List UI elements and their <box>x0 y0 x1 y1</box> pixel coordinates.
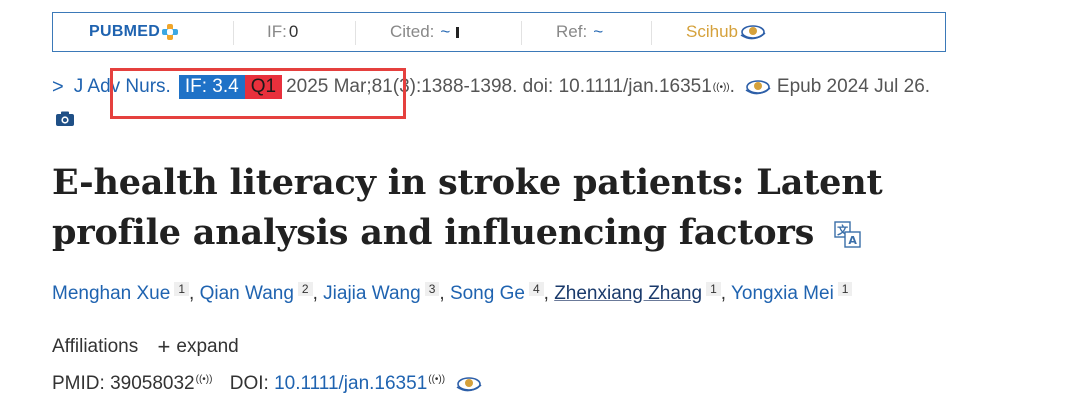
article-title: E-health literacy in stroke patients: La… <box>52 158 1012 258</box>
affiliation-ref[interactable]: 1 <box>837 282 853 296</box>
highlight-annotation-box <box>110 68 406 119</box>
plus-icon[interactable]: + <box>158 334 171 359</box>
if-value: 0 <box>288 22 299 41</box>
broadcast-icon[interactable]: ((•)) <box>196 374 213 385</box>
affiliations-label: Affiliations <box>52 336 139 358</box>
pmid-value: 39058032 <box>110 373 195 394</box>
chevron-right-icon[interactable]: > <box>52 76 64 99</box>
ref-field[interactable]: Ref: ~ <box>556 13 603 51</box>
author-separator: , <box>720 283 731 304</box>
cited-bar-icon <box>456 26 460 38</box>
scihub-eye-icon[interactable] <box>456 375 482 393</box>
author-separator: , <box>439 283 450 304</box>
author-list: Menghan Xue 1, Qian Wang 2, Jiajia Wang 3, … <box>52 282 853 305</box>
toolbar-divider <box>355 21 356 45</box>
author-link[interactable]: Song Ge <box>450 283 525 304</box>
ref-label: Ref: <box>556 22 588 41</box>
broadcast-icon[interactable]: ((•)) <box>428 374 445 385</box>
citation-period: . <box>729 76 735 97</box>
toolbar-divider <box>233 21 234 45</box>
affiliation-ref[interactable]: 1 <box>706 282 721 296</box>
toolbar-divider <box>651 21 652 45</box>
affiliation-ref[interactable]: 1 <box>174 282 190 296</box>
author-separator: , <box>312 283 324 304</box>
if-label: IF: <box>267 22 287 41</box>
pmid-label: PMID: <box>52 373 105 394</box>
scihub-eye-icon <box>740 25 766 40</box>
toolbar-divider <box>521 21 522 45</box>
author-separator: , <box>543 283 555 304</box>
doi-label: DOI: <box>229 373 269 394</box>
scihub-eye-icon[interactable] <box>745 78 771 96</box>
ref-value: ~ <box>593 22 604 41</box>
affiliation-ref[interactable]: 4 <box>528 282 544 296</box>
impact-factor-field: IF: 0 <box>267 13 298 51</box>
author-separator: , <box>189 283 200 304</box>
author-link[interactable]: Jiajia Wang <box>323 283 421 304</box>
epub-date: Epub 2024 Jul 26. <box>776 76 931 97</box>
cited-label: Cited: <box>390 22 435 41</box>
author-link[interactable]: Yongxia Mei <box>731 283 834 304</box>
author-link[interactable]: Qian Wang <box>200 283 294 304</box>
expand-button[interactable]: expand <box>176 336 238 357</box>
affiliations-row: Affiliations + expand <box>52 334 239 360</box>
author-link[interactable]: Zhenxiang Zhang <box>554 283 702 304</box>
extension-toolbar: PUBMED IF: 0 Cited: ~ Ref: ~ Scihub <box>52 12 946 52</box>
affiliation-ref[interactable]: 3 <box>424 282 440 296</box>
svg-text:A: A <box>848 234 857 247</box>
camera-icon[interactable] <box>55 110 75 128</box>
broadcast-icon[interactable]: ((•)) <box>713 82 730 93</box>
cited-value: ~ <box>440 22 451 41</box>
pubmed-plus-icon <box>162 24 179 40</box>
scihub-label: Scihub <box>686 22 738 41</box>
scihub-button[interactable]: Scihub <box>686 13 766 51</box>
translate-icon[interactable]: 文 A <box>834 220 862 249</box>
pubmed-logo[interactable]: PUBMED <box>89 13 179 51</box>
affiliation-ref[interactable]: 2 <box>297 282 313 296</box>
identifiers-row: PMID: 39058032((•)) DOI: 10.1111/jan.163… <box>52 373 488 395</box>
author-link[interactable]: Menghan Xue <box>52 283 170 304</box>
pubmed-label: PUBMED <box>89 23 161 40</box>
doi-link[interactable]: 10.1111/jan.16351 <box>274 373 427 394</box>
article-title-text: E-health literacy in stroke patients: La… <box>52 162 883 253</box>
cited-field[interactable]: Cited: ~ <box>390 13 460 51</box>
